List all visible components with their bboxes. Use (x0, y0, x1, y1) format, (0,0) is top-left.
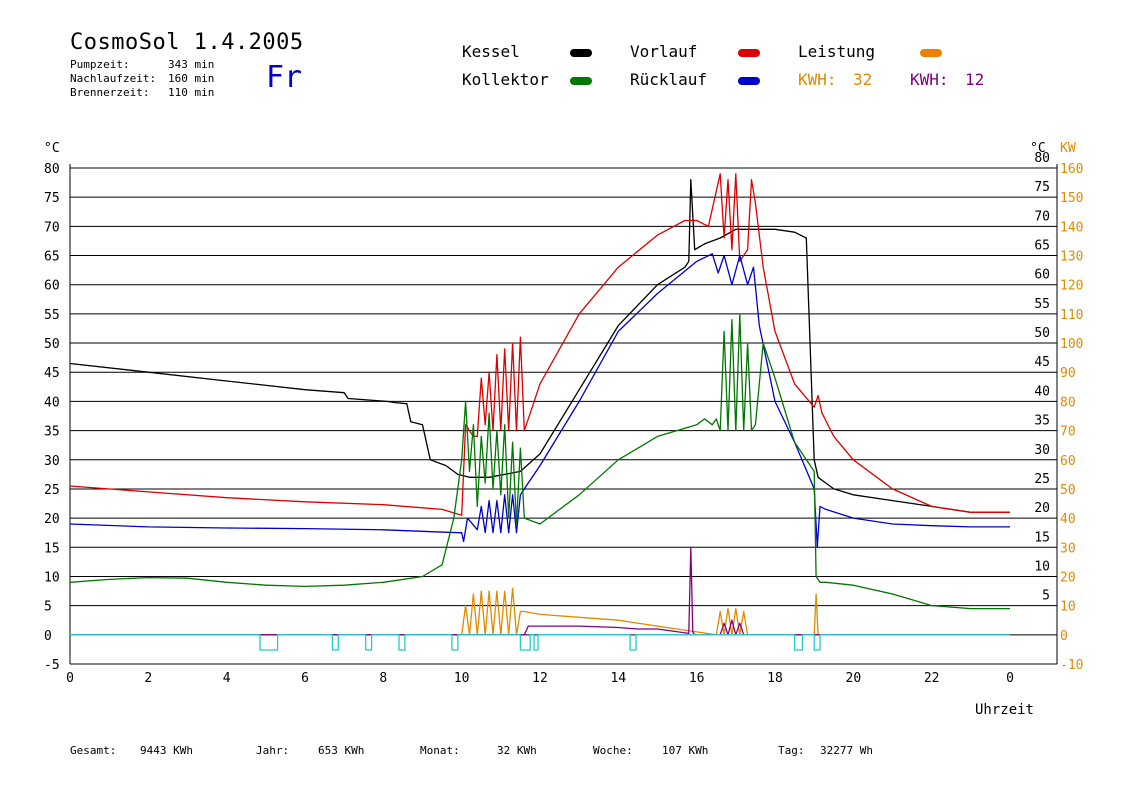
kw-tick-label: 150 (1060, 191, 1083, 206)
x-tick-label: 12 (532, 671, 548, 686)
y-tick-right-label: 60 (1034, 268, 1050, 283)
series-line-leistung (70, 587, 1010, 636)
y-tick-left-label: 25 (44, 483, 60, 498)
kw-tick-label: 130 (1060, 250, 1083, 265)
kw-tick-label: 80 (1060, 395, 1076, 410)
footer-tag-label: Tag: (778, 744, 805, 757)
series-line-kwh-12 (70, 546, 1010, 636)
x-tick-label: 0 (1006, 671, 1014, 686)
y-tick-right-label: 5 (1042, 589, 1050, 604)
y-tick-right-label: 50 (1034, 326, 1050, 341)
y-tick-right-label: 25 (1034, 472, 1050, 487)
y-tick-left-label: 5 (44, 600, 52, 615)
y-tick-left-label: 80 (44, 162, 60, 177)
y-tick-left-label: 70 (44, 220, 60, 235)
x-tick-label: 22 (924, 671, 940, 686)
y-tick-left-label: 40 (44, 395, 60, 410)
y-tick-left-label: 10 (44, 570, 60, 585)
footer-jahr-value: 653 KWh (318, 744, 365, 757)
kw-tick-label: 110 (1060, 308, 1083, 323)
axes (69, 164, 1058, 665)
x-tick-label: 4 (223, 671, 231, 686)
y-tick-right-label: 10 (1034, 559, 1050, 574)
x-tick-label: 20 (846, 671, 862, 686)
kw-tick-label: 120 (1060, 279, 1083, 294)
series-line-kessel (69, 179, 1010, 513)
y-tick-left-label: 35 (44, 425, 60, 440)
grid-lines (70, 167, 1057, 636)
y-tick-left-label: 55 (44, 308, 60, 323)
y-tick-right-label: 40 (1034, 384, 1050, 399)
data-series (69, 173, 1010, 651)
kw-tick-label: 50 (1060, 483, 1076, 498)
footer-woche-label: Woche: (593, 744, 633, 757)
kw-tick-label: 160 (1060, 162, 1083, 177)
kw-tick-label: 40 (1060, 512, 1076, 527)
x-tick-label: 0 (66, 671, 74, 686)
series-line-status (70, 634, 1010, 651)
x-tick-label: 2 (144, 671, 152, 686)
x-tick-label: 16 (689, 671, 705, 686)
y-tick-right-label: 15 (1034, 530, 1050, 545)
kw-tick-label: 60 (1060, 454, 1076, 469)
footer-monat-value: 32 KWh (497, 744, 537, 757)
y-axis-left-unit: °C (44, 141, 60, 156)
y-tick-left-label: 15 (44, 541, 60, 556)
y-tick-right-label: 55 (1034, 297, 1050, 312)
kw-tick-label: 70 (1060, 425, 1076, 440)
footer-tag-value: 32277 Wh (820, 744, 873, 757)
y-tick-right-label: 35 (1034, 414, 1050, 429)
y-tick-left-label: 20 (44, 512, 60, 527)
x-tick-label: 18 (767, 671, 783, 686)
series-line-vorlauf (69, 173, 1010, 516)
kw-tick-label: 140 (1060, 220, 1083, 235)
tick-labels: 80757065605550454035302520151050-5°C8075… (44, 141, 1083, 718)
y-tick-left-label: 75 (44, 191, 60, 206)
y-tick-left-label: 65 (44, 250, 60, 265)
x-tick-label: 6 (301, 671, 309, 686)
x-axis-title: Uhrzeit (975, 702, 1034, 718)
kw-tick-label: 30 (1060, 541, 1076, 556)
kw-tick-label: 10 (1060, 600, 1076, 615)
series-line-r-cklauf (69, 253, 1010, 548)
kw-tick-label: 20 (1060, 570, 1076, 585)
x-tick-label: 10 (454, 671, 470, 686)
kw-tick-label: 90 (1060, 366, 1076, 381)
y-tick-left-label: 50 (44, 337, 60, 352)
y-tick-left-label: 30 (44, 454, 60, 469)
y-tick-left-label: -5 (44, 658, 60, 673)
y-tick-left-label: 45 (44, 366, 60, 381)
kw-tick-label: 0 (1060, 629, 1068, 644)
y-tick-right-label: 65 (1034, 239, 1050, 254)
kw-tick-label: 100 (1060, 337, 1083, 352)
series-line-kollektor (69, 313, 1010, 610)
kw-tick-label: -10 (1060, 658, 1083, 673)
y-tick-right-label: 20 (1034, 501, 1050, 516)
y-tick-right-label: 45 (1034, 355, 1050, 370)
y-tick-left-label: 0 (44, 629, 52, 644)
x-tick-label: 8 (379, 671, 387, 686)
y-tick-right-label: 30 (1034, 443, 1050, 458)
temperature-chart: 80757065605550454035302520151050-5°C8075… (44, 141, 1083, 718)
y-tick-right-label: 75 (1034, 180, 1050, 195)
footer-monat-label: Monat: (420, 744, 460, 757)
footer-woche-value: 107 KWh (662, 744, 709, 757)
y-tick-left-label: 60 (44, 279, 60, 294)
x-tick-label: 14 (611, 671, 627, 686)
kw-axis-unit: KW (1060, 141, 1076, 156)
footer-jahr-label: Jahr: (256, 744, 290, 757)
y-axis-right-unit: °C (1030, 141, 1046, 156)
y-tick-right-label: 70 (1034, 209, 1050, 224)
footer-gesamt-value: 9443 KWh (140, 744, 193, 757)
footer-gesamt-label: Gesamt: (70, 744, 117, 757)
